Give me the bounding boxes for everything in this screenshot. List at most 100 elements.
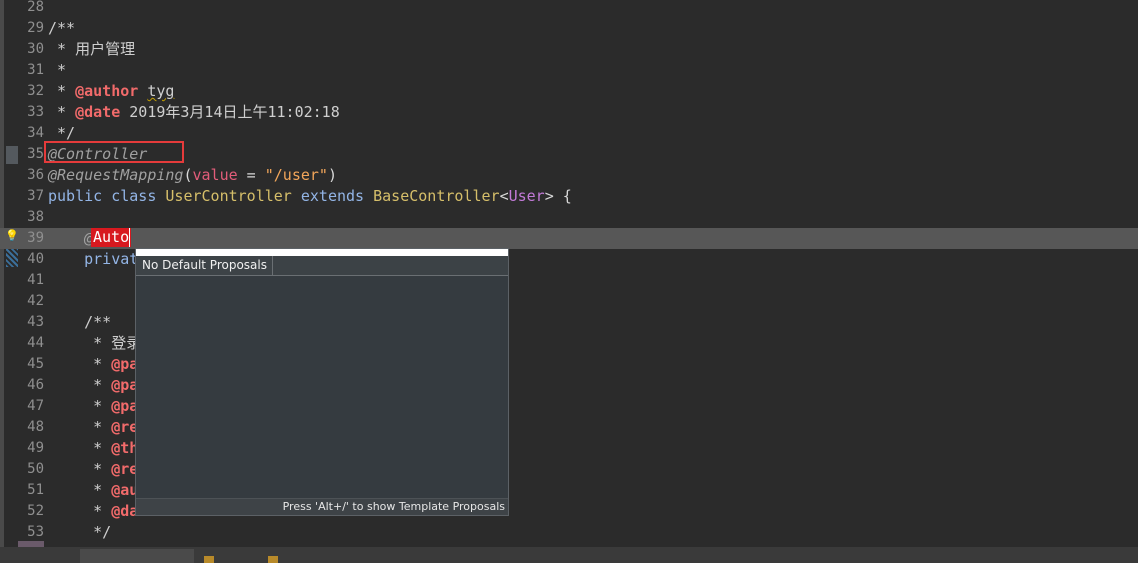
code-token: class bbox=[111, 187, 157, 205]
content-assist-popup[interactable]: No Default Proposals Press 'Alt+/' to sh… bbox=[135, 248, 509, 516]
code-token: ) bbox=[327, 166, 337, 184]
code-text[interactable]: * 登录 bbox=[48, 333, 141, 354]
line-number: 48 bbox=[27, 419, 44, 435]
code-token: tyg bbox=[147, 82, 175, 100]
code-text[interactable]: * 用户管理 bbox=[48, 39, 135, 60]
bottom-panel-tab[interactable] bbox=[80, 549, 194, 563]
code-token: * bbox=[48, 481, 112, 499]
bottom-status-icon bbox=[268, 556, 278, 563]
code-token: @ bbox=[48, 229, 94, 247]
line-number: 39 bbox=[27, 230, 44, 246]
code-token: 2019年3月14日上午11:02:18 bbox=[120, 103, 340, 121]
quick-fix-error-icon[interactable]: 💡 bbox=[5, 229, 19, 243]
line-number: 30 bbox=[27, 41, 44, 57]
line-number: 34 bbox=[27, 125, 44, 141]
popup-hint-text: Press 'Alt+/' to show Template Proposals bbox=[282, 500, 505, 513]
code-token: */ bbox=[48, 124, 76, 142]
code-token: * bbox=[48, 82, 76, 100]
code-line[interactable]: 39 @ bbox=[0, 228, 1138, 249]
popup-header: No Default Proposals bbox=[136, 256, 508, 276]
code-token: /** bbox=[48, 19, 76, 37]
line-number: 49 bbox=[27, 440, 44, 456]
code-line[interactable]: 37 public class UserController extends Ba… bbox=[0, 186, 1138, 207]
code-token: * bbox=[48, 397, 112, 415]
code-text[interactable]: /** bbox=[48, 18, 75, 39]
code-text[interactable]: /** bbox=[48, 312, 111, 333]
code-text[interactable]: * @author tyg bbox=[48, 81, 174, 102]
code-line[interactable]: 30 * 用户管理 bbox=[0, 39, 1138, 60]
code-token: User bbox=[508, 187, 545, 205]
typed-annotation-text: Auto bbox=[91, 228, 131, 247]
line-number: 28 bbox=[27, 0, 44, 15]
code-text[interactable]: * @pa bbox=[48, 375, 138, 396]
line-number: 45 bbox=[27, 356, 44, 372]
code-text[interactable]: * @re bbox=[48, 417, 138, 438]
code-line[interactable]: 32 * @author tyg bbox=[0, 81, 1138, 102]
code-line[interactable]: 36 @RequestMapping(value = "/user") bbox=[0, 165, 1138, 186]
text-caret bbox=[129, 228, 130, 247]
code-line[interactable]: 31 * bbox=[0, 60, 1138, 81]
code-text[interactable]: * @pa bbox=[48, 396, 138, 417]
popup-title: No Default Proposals bbox=[137, 256, 273, 275]
code-text[interactable]: * @pa bbox=[48, 354, 138, 375]
code-line[interactable]: 29/** bbox=[0, 18, 1138, 39]
line-number: 35 bbox=[27, 146, 44, 162]
code-token: value bbox=[192, 166, 238, 184]
code-token: @RequestMapping bbox=[48, 166, 184, 184]
code-token: = bbox=[237, 166, 265, 184]
code-token: * 用户管理 bbox=[48, 40, 136, 58]
code-line[interactable]: 33 * @date 2019年3月14日上午11:02:18 bbox=[0, 102, 1138, 123]
popup-top-edge bbox=[136, 249, 508, 256]
line-number: 47 bbox=[27, 398, 44, 414]
code-token: * bbox=[48, 103, 76, 121]
code-line[interactable]: 28 bbox=[0, 0, 1138, 18]
code-text[interactable]: * @re bbox=[48, 459, 138, 480]
code-text[interactable]: * @au bbox=[48, 480, 138, 501]
code-editor[interactable]: 28 29/** 30 * 用户管理 31 * 32 * @author tyg 33 *… bbox=[0, 0, 1138, 563]
line-number: 51 bbox=[27, 482, 44, 498]
code-token: UserController bbox=[165, 187, 292, 205]
line-number: 29 bbox=[27, 20, 44, 36]
code-token: BaseController bbox=[373, 187, 500, 205]
code-line[interactable]: 53 */ bbox=[0, 522, 1138, 543]
line-number: 32 bbox=[27, 83, 44, 99]
code-token: public bbox=[48, 187, 103, 205]
line-number: 36 bbox=[27, 167, 44, 183]
popup-status-bar: Press 'Alt+/' to show Template Proposals bbox=[136, 498, 508, 515]
code-text[interactable]: * @da bbox=[48, 501, 138, 522]
code-token: */ bbox=[48, 523, 112, 541]
line-number: 43 bbox=[27, 314, 44, 330]
code-text[interactable]: privat bbox=[48, 249, 138, 270]
code-text[interactable]: * bbox=[48, 60, 66, 81]
line-number: 50 bbox=[27, 461, 44, 477]
line-number: 40 bbox=[27, 251, 44, 267]
code-token: * bbox=[48, 439, 112, 457]
code-token: @author bbox=[75, 82, 139, 100]
code-text[interactable]: public class UserController extends Base… bbox=[48, 186, 572, 207]
bottom-status-icon bbox=[204, 556, 214, 563]
line-number: 42 bbox=[27, 293, 44, 309]
line-number: 46 bbox=[27, 377, 44, 393]
line-number: 38 bbox=[27, 209, 44, 225]
code-text[interactable]: * @th bbox=[48, 438, 138, 459]
line-number: 53 bbox=[27, 524, 44, 540]
code-token: * bbox=[48, 355, 112, 373]
code-token: @date bbox=[75, 103, 121, 121]
code-text[interactable]: @ bbox=[48, 228, 93, 249]
code-text[interactable]: @RequestMapping(value = "/user") bbox=[48, 165, 337, 186]
line-number: 37 bbox=[27, 188, 44, 204]
code-text[interactable]: * @date 2019年3月14日上午11:02:18 bbox=[48, 102, 340, 123]
code-token: * bbox=[48, 61, 67, 79]
code-line[interactable]: 38 bbox=[0, 207, 1138, 228]
code-token: * bbox=[48, 502, 112, 520]
code-token: * 登录 bbox=[48, 334, 142, 352]
line-number: 44 bbox=[27, 335, 44, 351]
code-text[interactable]: */ bbox=[48, 522, 111, 543]
code-token: extends bbox=[300, 187, 365, 205]
code-token: * bbox=[48, 460, 112, 478]
controller-annotation-highlight-box bbox=[44, 141, 184, 163]
code-token: ( bbox=[183, 166, 193, 184]
line-number: 33 bbox=[27, 104, 44, 120]
